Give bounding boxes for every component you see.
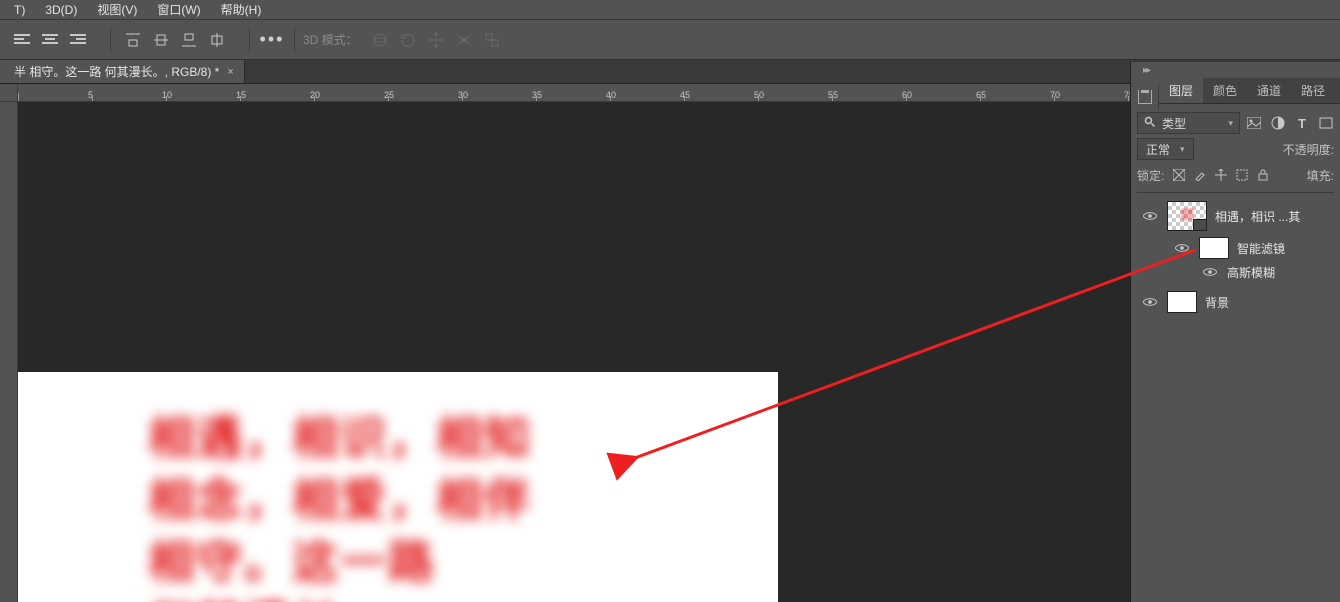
layer-name[interactable]: 相遇，相识 ...其 [1215, 208, 1300, 225]
3d-mode-label: 3D 模式： [303, 31, 358, 48]
tab-layers[interactable]: 图层 [1159, 78, 1203, 103]
3d-slide-icon[interactable] [453, 29, 475, 51]
menu-item-text[interactable]: T) [4, 1, 35, 19]
blend-mode-value: 正常 [1146, 141, 1170, 158]
filter-label: 类型 [1162, 115, 1186, 132]
collapsed-panel-icon[interactable] [1131, 84, 1159, 110]
panel-dock: ▸▸ 图层 颜色 通道 路径 类型 ▾ T 正常 ▾ [1130, 62, 1340, 602]
lock-position-icon[interactable] [1214, 168, 1228, 182]
workspace: 051015202530354045505560657075 相遇，相识，相知 … [0, 84, 1130, 602]
menu-item-3d[interactable]: 3D(D) [35, 1, 87, 19]
visibility-toggle-icon[interactable] [1173, 243, 1191, 253]
align-center-icon[interactable] [39, 29, 61, 51]
3d-roll-icon[interactable] [397, 29, 419, 51]
search-icon [1144, 116, 1156, 131]
canvas-viewport[interactable]: 相遇，相识，相知 相念，相爱，相伴 相守。这一路 何其漫长。 [18, 102, 1130, 602]
vertical-ruler [0, 84, 18, 602]
more-options-icon[interactable]: ••• [261, 29, 283, 51]
document-tab[interactable]: 半 相守。这一路 何其漫长。, RGB/8) * × [0, 60, 245, 83]
ruler-corner [0, 84, 18, 102]
menu-item-view[interactable]: 视图(V) [87, 0, 147, 20]
align-right-icon[interactable] [67, 29, 89, 51]
blend-mode-select[interactable]: 正常 ▾ [1137, 138, 1194, 160]
3d-orbit-icon[interactable] [369, 29, 391, 51]
distribute-top-icon[interactable] [122, 29, 144, 51]
lock-all-icon[interactable] [1256, 168, 1270, 182]
tab-channels[interactable]: 通道 [1247, 78, 1291, 103]
chevron-down-icon: ▾ [1228, 118, 1233, 129]
filter-adjustment-icon[interactable] [1270, 115, 1286, 131]
filter-mask-thumbnail[interactable] [1199, 237, 1229, 259]
opacity-label[interactable]: 不透明度: [1283, 141, 1334, 158]
menu-bar: T) 3D(D) 视图(V) 窗口(W) 帮助(H) [0, 0, 1340, 20]
layer-row[interactable]: 背景 [1137, 283, 1334, 321]
visibility-toggle-icon[interactable] [1201, 267, 1219, 277]
visibility-toggle-icon[interactable] [1141, 211, 1159, 221]
layers-panel: 类型 ▾ T 正常 ▾ 不透明度: 锁定: [1131, 104, 1340, 321]
3d-scale-icon[interactable] [481, 29, 503, 51]
document-canvas[interactable]: 相遇，相识，相知 相念，相爱，相伴 相守。这一路 何其漫长。 [18, 372, 778, 602]
dock-grip[interactable]: ▸▸ [1131, 62, 1340, 78]
filter-row[interactable]: 高斯模糊 [1137, 261, 1334, 283]
layer-name[interactable]: 背景 [1205, 294, 1229, 311]
fill-label[interactable]: 填充: [1307, 167, 1334, 184]
panel-tab-strip: 图层 颜色 通道 路径 [1159, 78, 1340, 104]
smart-filters-row[interactable]: 智能滤镜 [1137, 235, 1334, 261]
document-tab-title: 半 相守。这一路 何其漫长。, RGB/8) * [14, 63, 219, 80]
layer-filter-select[interactable]: 类型 ▾ [1137, 112, 1240, 134]
options-bar: ••• 3D 模式： [0, 20, 1340, 60]
close-tab-icon[interactable]: × [227, 66, 233, 78]
distribute-bottom-icon[interactable] [178, 29, 200, 51]
layer-row[interactable]: 相遇相念 ⎘ 相遇，相识 ...其 [1137, 197, 1334, 235]
smart-filters-label: 智能滤镜 [1237, 240, 1285, 257]
menu-item-window[interactable]: 窗口(W) [147, 0, 210, 20]
canvas-text-layer: 相遇，相识，相知 相念，相爱，相伴 相守。这一路 何其漫长。 [148, 407, 532, 602]
filter-image-icon[interactable] [1246, 115, 1262, 131]
lock-pixels-icon[interactable] [1172, 168, 1186, 182]
horizontal-ruler: 051015202530354045505560657075 [18, 84, 1130, 102]
tab-color[interactable]: 颜色 [1203, 78, 1247, 103]
lock-artboard-icon[interactable] [1235, 168, 1249, 182]
chevron-down-icon: ▾ [1180, 144, 1185, 155]
tab-paths[interactable]: 路径 [1291, 78, 1335, 103]
lock-label: 锁定: [1137, 167, 1164, 184]
visibility-toggle-icon[interactable] [1141, 297, 1159, 307]
lock-brush-icon[interactable] [1193, 168, 1207, 182]
layer-thumbnail[interactable] [1167, 291, 1197, 313]
filter-shape-icon[interactable] [1318, 115, 1334, 131]
menu-item-help[interactable]: 帮助(H) [211, 0, 272, 20]
distribute-hcenter-icon[interactable] [206, 29, 228, 51]
align-left-icon[interactable] [11, 29, 33, 51]
filter-name[interactable]: 高斯模糊 [1227, 264, 1275, 281]
filter-type-icon[interactable]: T [1294, 115, 1310, 131]
3d-pan-icon[interactable] [425, 29, 447, 51]
layer-list: 相遇相念 ⎘ 相遇，相识 ...其 智能滤镜 高斯模糊 背景 [1137, 192, 1334, 321]
layer-thumbnail[interactable]: 相遇相念 ⎘ [1167, 201, 1207, 231]
distribute-vcenter-icon[interactable] [150, 29, 172, 51]
